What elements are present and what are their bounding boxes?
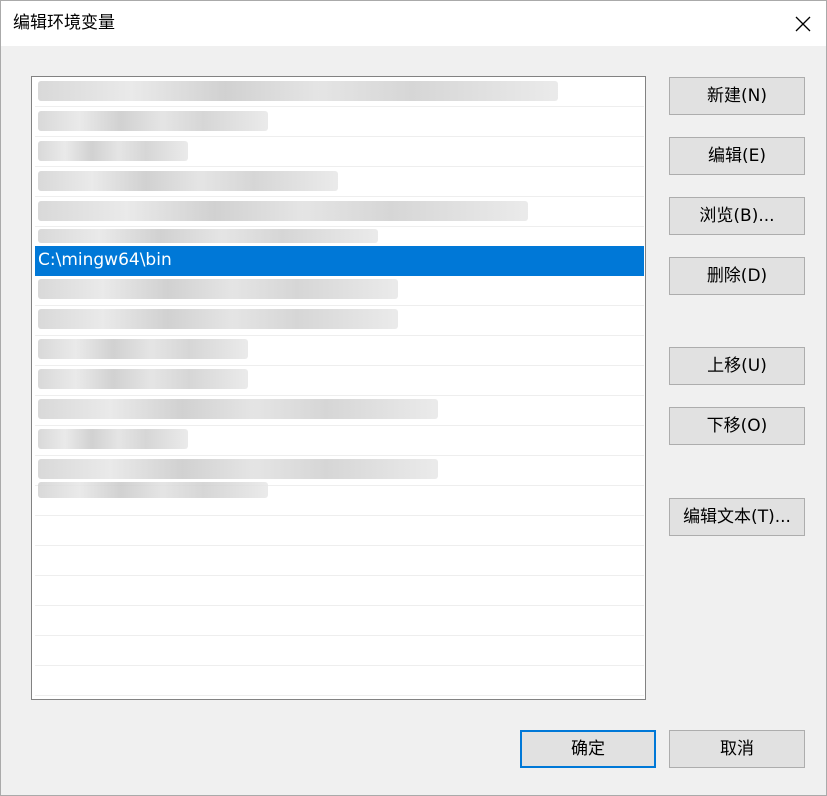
browse-button[interactable]: 浏览(B)... <box>669 197 805 235</box>
selected-path-text: C:\mingw64\bin <box>38 250 172 270</box>
close-button[interactable] <box>780 1 826 46</box>
dialog-title: 编辑环境变量 <box>13 13 115 33</box>
cancel-button[interactable]: 取消 <box>669 730 805 768</box>
list-item[interactable] <box>35 666 644 696</box>
redacted-entry <box>38 279 398 299</box>
redacted-entry <box>38 309 398 329</box>
path-entry-list[interactable]: C:\mingw64\bin <box>31 76 646 700</box>
redacted-entry <box>38 141 188 161</box>
list-item[interactable] <box>35 576 644 606</box>
move-down-button[interactable]: 下移(O) <box>669 407 805 445</box>
close-icon <box>795 16 811 31</box>
redacted-entry <box>38 171 338 191</box>
redacted-entry <box>38 81 558 101</box>
redacted-entry <box>38 229 378 243</box>
edit-button[interactable]: 编辑(E) <box>669 137 805 175</box>
list-item[interactable] <box>35 516 644 546</box>
redacted-entry <box>38 399 438 419</box>
ok-button[interactable]: 确定 <box>520 730 656 768</box>
list-item[interactable] <box>35 636 644 666</box>
edit-environment-variable-dialog: 编辑环境变量 C:\mingw64\bin 新建(N) 编辑(E) 浏览(B).… <box>0 0 827 796</box>
redacted-entry <box>38 482 268 498</box>
redacted-entry <box>38 339 248 359</box>
edit-text-button[interactable]: 编辑文本(T)... <box>669 498 805 536</box>
redacted-entry <box>38 111 268 131</box>
list-item[interactable] <box>35 606 644 636</box>
redacted-entry <box>38 429 188 449</box>
move-up-button[interactable]: 上移(U) <box>669 347 805 385</box>
delete-button[interactable]: 删除(D) <box>669 257 805 295</box>
redacted-entry <box>38 201 528 221</box>
redacted-entry <box>38 369 248 389</box>
list-item-selected[interactable]: C:\mingw64\bin <box>35 246 644 276</box>
list-item[interactable] <box>35 546 644 576</box>
redacted-entry <box>38 459 438 479</box>
title-bar: 编辑环境变量 <box>1 1 826 46</box>
new-button[interactable]: 新建(N) <box>669 77 805 115</box>
